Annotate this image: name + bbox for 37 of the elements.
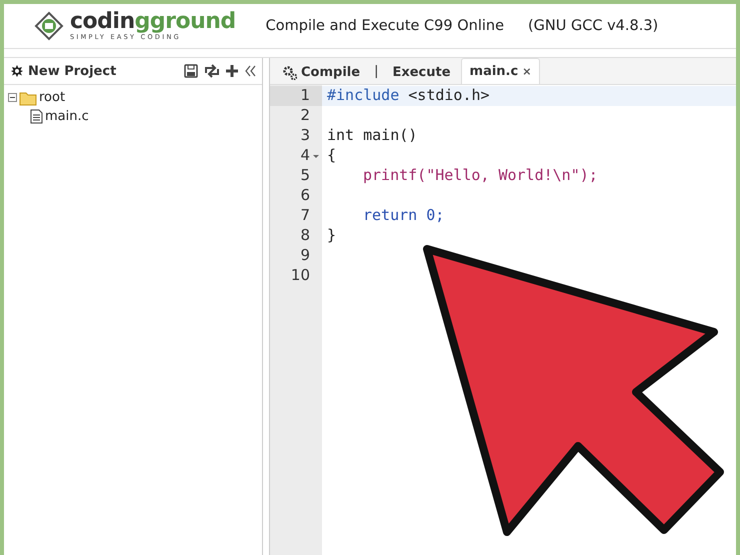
collapse-toggle-icon[interactable] xyxy=(8,93,17,102)
file-item[interactable]: main.c xyxy=(45,109,89,124)
page-title: Compile and Execute C99 Online xyxy=(266,18,504,34)
fold-icon[interactable] xyxy=(313,155,319,158)
code-line: #include <stdio.h> xyxy=(327,86,490,104)
logo-name: codingground xyxy=(70,11,236,33)
add-icon[interactable] xyxy=(226,64,238,78)
line-number: 4 xyxy=(270,146,322,166)
file-icon xyxy=(30,109,43,124)
execute-button[interactable]: Execute xyxy=(386,60,457,84)
code-line: printf("Hello, World!\n"); xyxy=(362,166,598,184)
refresh-icon[interactable] xyxy=(204,64,220,78)
line-number: 8 xyxy=(299,226,311,246)
code-line: int main() xyxy=(327,126,418,144)
line-number: 5 xyxy=(299,166,311,186)
code-line: return 0; xyxy=(362,206,444,224)
code-line: { xyxy=(327,146,336,164)
gears-icon xyxy=(282,64,297,80)
line-number: 1 xyxy=(270,86,322,106)
folder-item[interactable]: root xyxy=(39,90,66,105)
logo-icon xyxy=(34,11,64,41)
line-number: 3 xyxy=(299,126,311,146)
file-tab[interactable]: main.c × xyxy=(460,58,540,84)
collapse-icon[interactable] xyxy=(244,64,256,78)
toolbar-separator: | xyxy=(373,63,380,81)
line-number: 6 xyxy=(299,186,311,206)
line-number: 7 xyxy=(299,206,311,226)
project-title: New Project xyxy=(28,64,118,78)
compile-button[interactable]: Compile xyxy=(276,60,366,84)
line-number: 10 xyxy=(290,266,311,286)
save-icon[interactable] xyxy=(184,64,198,78)
line-number: 2 xyxy=(299,106,311,126)
code-line: } xyxy=(327,226,336,244)
settings-icon[interactable] xyxy=(10,64,24,78)
compiler-version: (GNU GCC v4.8.3) xyxy=(528,18,658,34)
folder-icon xyxy=(19,90,37,106)
line-number: 9 xyxy=(299,246,311,266)
